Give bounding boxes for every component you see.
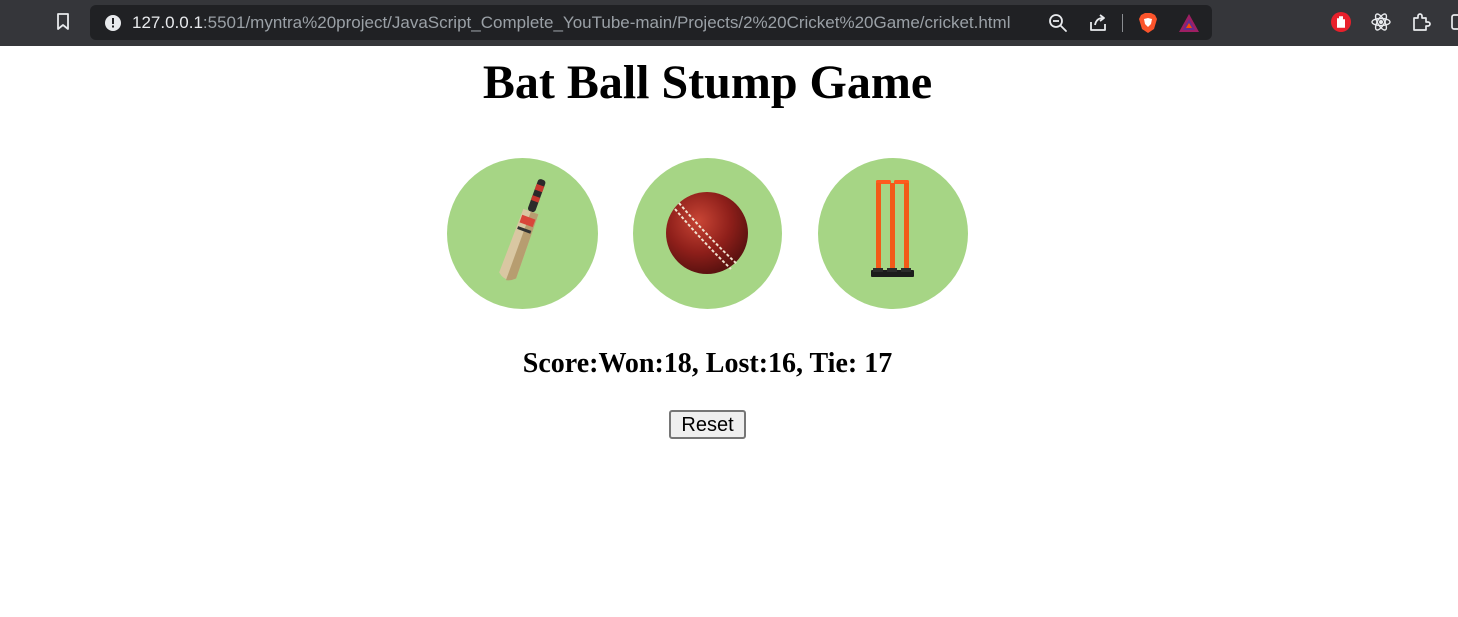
bookmark-icon[interactable] — [52, 11, 74, 33]
bat-button[interactable] — [447, 158, 598, 309]
ball-button[interactable] — [633, 158, 782, 309]
address-bar[interactable]: 127.0.0.1:5501/myntra%20project/JavaScri… — [90, 5, 1212, 40]
react-devtools-icon[interactable] — [1370, 11, 1392, 33]
cricket-bat-icon — [499, 179, 546, 281]
adblock-extension-icon[interactable] — [1330, 11, 1352, 33]
brave-shields-icon[interactable] — [1137, 12, 1159, 34]
brave-rewards-icon[interactable] — [1178, 12, 1200, 34]
browser-toolbar: 127.0.0.1:5501/myntra%20project/JavaScri… — [0, 0, 1458, 46]
url-text[interactable]: 127.0.0.1:5501/myntra%20project/JavaScri… — [132, 13, 1010, 33]
cricket-ball-icon — [666, 192, 748, 274]
zoom-out-icon[interactable] — [1047, 12, 1069, 34]
share-icon[interactable] — [1087, 12, 1109, 34]
reset-button[interactable]: Reset — [669, 410, 746, 439]
url-host: 127.0.0.1 — [132, 13, 203, 32]
cricket-stumps-icon — [871, 180, 914, 277]
site-info-icon[interactable] — [104, 14, 122, 32]
url-path: :5501/myntra%20project/JavaScript_Comple… — [202, 13, 1011, 32]
omnibox-separator — [1122, 14, 1123, 32]
stump-button[interactable] — [818, 158, 968, 309]
page-title: Bat Ball Stump Game — [482, 56, 933, 109]
window-edge-icon[interactable] — [1448, 11, 1458, 33]
extensions-icon[interactable] — [1410, 11, 1432, 33]
score-text: Score:Won:18, Lost:16, Tie: 17 — [522, 348, 893, 379]
